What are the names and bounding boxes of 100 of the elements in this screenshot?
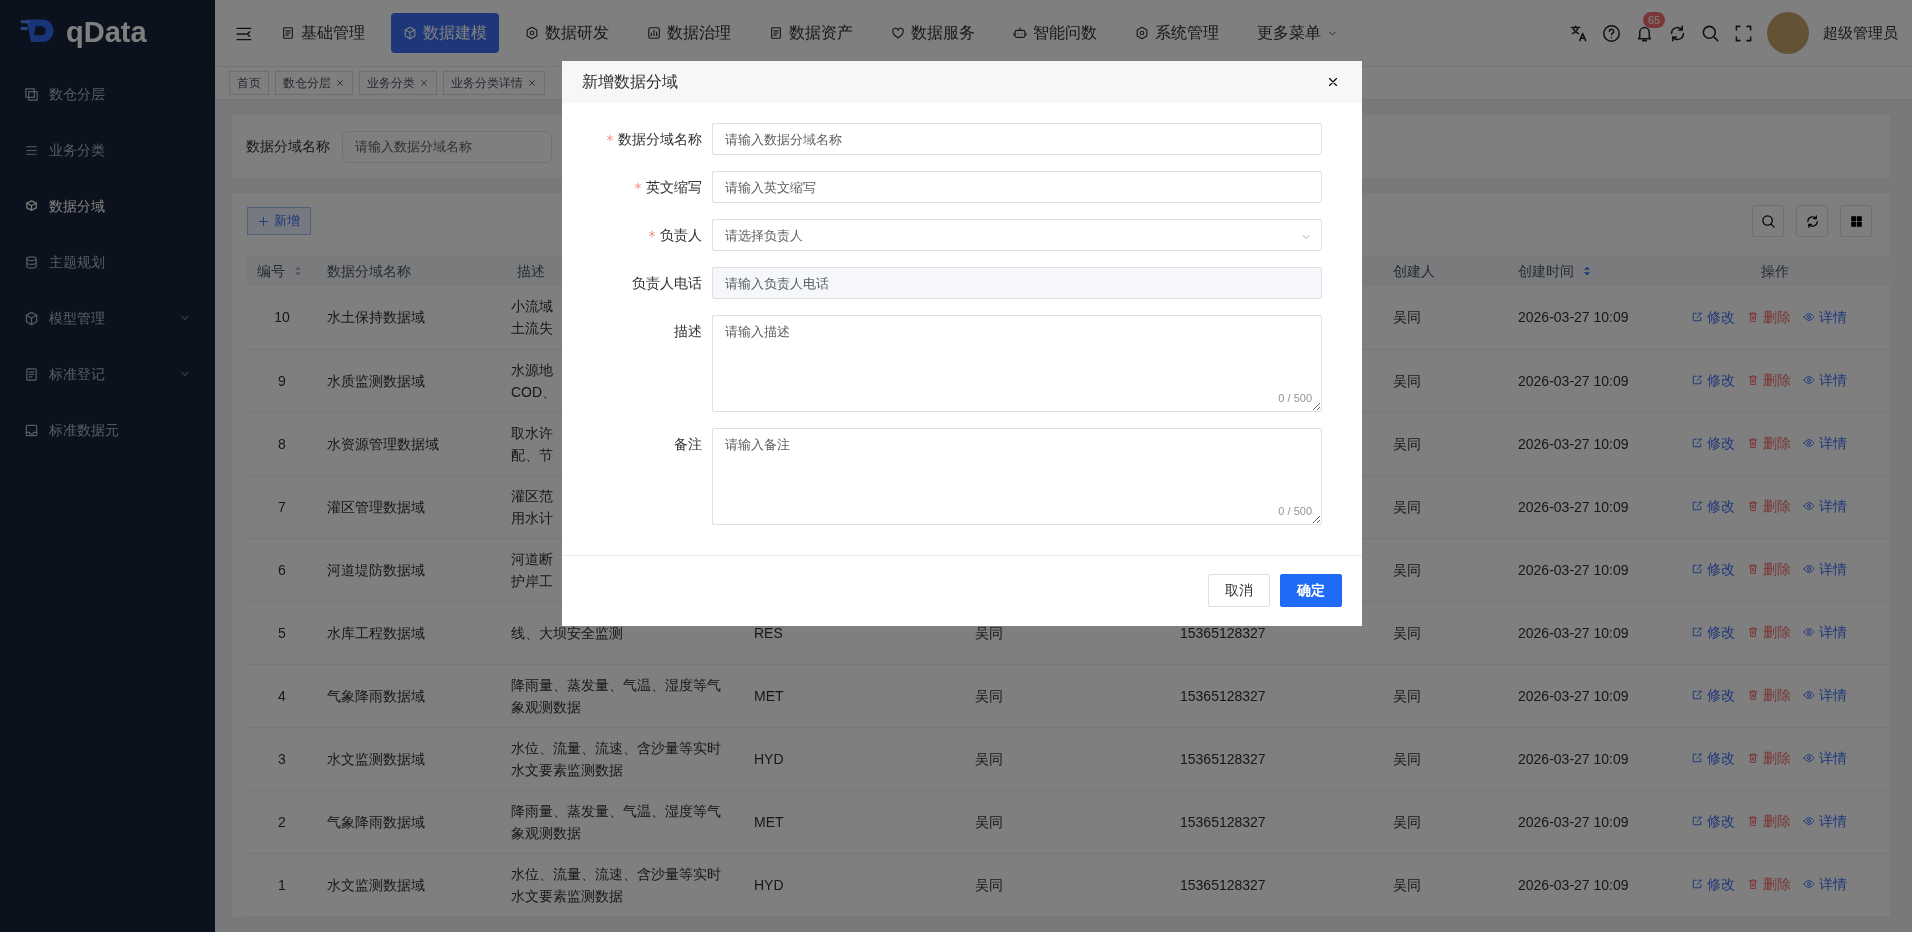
action-link[interactable]: 修改 (1691, 684, 1735, 706)
sidebar-item[interactable]: 数据分域 (0, 178, 215, 234)
table-cell: 4 (278, 687, 286, 704)
nav-tab[interactable]: 数据服务 (879, 13, 987, 53)
search-button[interactable] (1701, 23, 1720, 43)
nav-tab[interactable]: 系统管理 (1123, 13, 1231, 53)
dialog-title: 新增数据分域 (582, 72, 678, 92)
action-link[interactable]: 详情 (1803, 873, 1847, 895)
action-link[interactable]: 修改 (1691, 621, 1735, 643)
sidebar-item[interactable]: 标准数据元 (0, 402, 215, 458)
nav-tab[interactable]: 数据建模 (391, 13, 499, 53)
action-link[interactable]: 删除 (1747, 432, 1791, 454)
action-link[interactable]: 详情 (1803, 747, 1847, 769)
refresh-button[interactable] (1668, 23, 1687, 43)
action-link[interactable]: 修改 (1691, 369, 1735, 391)
page-tab[interactable]: 业务分类 (359, 71, 437, 95)
confirm-button[interactable]: 确定 (1280, 574, 1342, 607)
trash-icon (1747, 310, 1759, 323)
action-link[interactable]: 修改 (1691, 747, 1735, 769)
table-cell: RES (754, 624, 783, 641)
action-link[interactable]: 删除 (1747, 369, 1791, 391)
nav-tab[interactable]: 更多菜单 (1245, 13, 1350, 53)
action-link[interactable]: 删除 (1747, 621, 1791, 643)
nav-tab[interactable]: 数据研发 (513, 13, 621, 53)
sidebar-item[interactable]: 模型管理 (0, 290, 215, 346)
action-link[interactable]: 详情 (1803, 432, 1847, 454)
add-button[interactable]: 新增 (247, 207, 311, 235)
table-cell: 2026-03-27 10:09 (1518, 876, 1629, 893)
nav-tab[interactable]: 数据治理 (635, 13, 743, 53)
table-cell: 水文监测数据域 (327, 876, 425, 893)
trash-icon (1747, 500, 1759, 512)
fullscreen-button[interactable] (1734, 23, 1753, 43)
action-link[interactable]: 删除 (1747, 810, 1791, 832)
action-link[interactable]: 删除 (1747, 558, 1791, 580)
action-link[interactable]: 修改 (1691, 810, 1735, 832)
table-cell: 1 (278, 876, 286, 893)
search-button[interactable] (1752, 205, 1784, 237)
nav-tab[interactable]: 智能问数 (1001, 13, 1109, 53)
page-tab[interactable]: 业务分类详情 (443, 71, 545, 95)
help-button[interactable] (1602, 23, 1621, 43)
table-cell: 吴同 (1393, 687, 1421, 704)
action-link[interactable]: 修改 (1691, 495, 1735, 517)
nav-tab[interactable]: 数据资产 (757, 13, 865, 53)
action-link[interactable]: 详情 (1803, 369, 1847, 391)
action-link[interactable]: 详情 (1803, 305, 1847, 328)
action-link[interactable]: 详情 (1803, 684, 1847, 706)
action-link[interactable]: 修改 (1691, 305, 1735, 328)
grid-button[interactable] (1840, 205, 1872, 237)
user-name[interactable]: 超级管理员 (1823, 21, 1898, 45)
action-link[interactable]: 删除 (1747, 747, 1791, 769)
table-cell: 吴同 (975, 687, 1003, 704)
cancel-button[interactable]: 取消 (1208, 574, 1270, 607)
table-cell: 2026-03-27 10:09 (1518, 624, 1629, 641)
grid-icon (1848, 213, 1864, 229)
description-cell-text: 水位、流量、流速、含沙量等实时 水文要素监测数据 (511, 864, 721, 906)
eye-icon (1803, 626, 1815, 638)
action-link[interactable]: 详情 (1803, 621, 1847, 643)
search-field[interactable]: 请输入数据分域名称 (342, 130, 552, 163)
table-cell: MET (754, 813, 784, 830)
action-link[interactable]: 修改 (1691, 558, 1735, 580)
translate-button[interactable] (1569, 23, 1588, 43)
page-tab[interactable]: 首页 (229, 71, 269, 95)
refresh-button[interactable] (1796, 205, 1828, 237)
cube-stack-icon (24, 198, 39, 214)
input-field[interactable]: 请输入英文缩写 (712, 171, 1322, 203)
action-link[interactable]: 删除 (1747, 684, 1791, 706)
description-cell-text: 小流域 土流失 (511, 297, 553, 339)
sidebar-item[interactable]: 数仓分层 (0, 66, 215, 122)
sidebar-item[interactable]: 业务分类 (0, 122, 215, 178)
sidebar-item[interactable]: 标准登记 (0, 346, 215, 402)
trash-icon (1747, 374, 1759, 386)
table-cell: 2026-03-27 10:09 (1518, 750, 1629, 767)
table-cell: 吴同 (975, 624, 1003, 641)
eye-icon (1803, 563, 1815, 575)
action-link[interactable]: 删除 (1747, 305, 1791, 328)
table-cell: 吴同 (1393, 561, 1421, 578)
cube-icon (403, 26, 417, 40)
sidebar-item[interactable]: 主题规划 (0, 234, 215, 290)
table-cell: 7 (278, 498, 286, 515)
input-field[interactable]: 请输入数据分域名称 (712, 123, 1322, 155)
layers-icon (24, 86, 39, 102)
table-cell: 吴同 (1393, 624, 1421, 641)
cube-icon (24, 310, 39, 326)
nav-tab[interactable]: 基础管理 (269, 13, 377, 53)
description-cell-text: 降雨量、蒸发量、气温、湿度等气 象观测数据 (511, 675, 721, 717)
description-cell-text: 降雨量、蒸发量、气温、湿度等气 象观测数据 (511, 801, 721, 843)
eye-icon (1803, 500, 1815, 512)
table-cell: 吴同 (1393, 435, 1421, 452)
description-cell-text: 水源地 COD、 (511, 360, 557, 402)
select-field[interactable]: 请选择负责人 (712, 219, 1322, 251)
page-tab[interactable]: 数仓分层 (275, 71, 353, 95)
action-link[interactable]: 删除 (1747, 495, 1791, 517)
edit-icon (1691, 500, 1703, 512)
action-link[interactable]: 修改 (1691, 873, 1735, 895)
action-link[interactable]: 详情 (1803, 558, 1847, 580)
action-link[interactable]: 修改 (1691, 432, 1735, 454)
action-link[interactable]: 删除 (1747, 873, 1791, 895)
action-link[interactable]: 详情 (1803, 495, 1847, 517)
action-link[interactable]: 详情 (1803, 810, 1847, 832)
edit-icon (1691, 437, 1703, 449)
